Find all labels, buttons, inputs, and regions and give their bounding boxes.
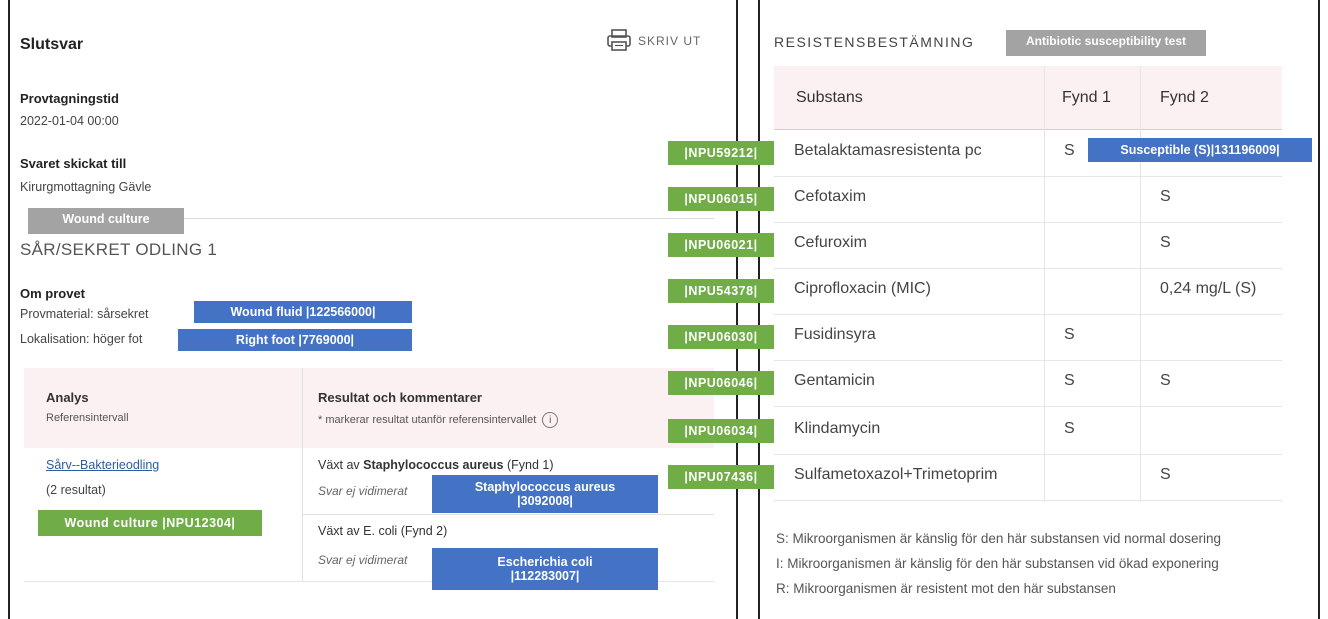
finding-2-suffix: (Fynd 2) [400,524,448,538]
npu-code-tag: |NPU06021| [668,233,774,257]
result-column-note: * markerar resultat utanför referensinte… [318,412,559,428]
column-divider [302,368,303,582]
wound-fluid-tag: Wound fluid |122566000| [194,301,412,323]
analysis-table-header [24,368,714,448]
row-separator [774,406,1282,407]
finding-1-cell: S [1064,420,1075,437]
finding-1-text: Växt av Staphylococcus aureus (Fynd 1) [318,458,554,472]
legend-r: R: Mikroorganismen är resistent mot den … [776,581,1116,596]
row-divider [302,514,714,515]
finding-1-organism: Staphylococcus aureus [363,458,504,472]
material-label: Provmaterial: sårsekret [20,307,149,321]
wound-culture-tag: Wound culture [28,208,184,234]
substance-cell: Sulfametoxazol+Trimetoprim [794,466,998,483]
result-column-header: Resultat och kommentarer [318,390,482,405]
printer-icon [606,28,632,55]
result-note-text: * markerar resultat utanför referensinte… [318,413,537,426]
legend-i: I: Mikroorganismen är känslig för den hä… [776,556,1219,571]
susceptibility-title: RESISTENSBESTÄMNING [774,34,975,50]
sent-to-label: Svaret skickat till [20,156,127,171]
finding-1-prefix: Växt av [318,458,360,472]
npu-code-tag: |NPU06015| [668,187,774,211]
substance-cell: Ciprofloxacin (MIC) [794,280,931,297]
substance-cell: Gentamicin [794,372,875,389]
sampling-time-value: 2022-01-04 00:00 [20,114,119,128]
analysis-link[interactable]: Sårv--Bakterieodling [46,458,159,472]
column-divider [1140,66,1141,502]
staph-aureus-tag-line1: Staphylococcus aureus [474,479,616,494]
info-icon[interactable]: i [542,412,559,428]
finding-2-text: Växt av E. coli (Fynd 2) [318,524,447,538]
legend-s: S: Mikroorganismen är känslig för den hä… [776,531,1221,546]
finding-2-cell: S [1160,188,1171,205]
staph-aureus-tag-line2: |3092008| [517,494,573,508]
panel-title: Slutsvar [20,36,84,53]
location-label: Lokalisation: höger fot [20,332,143,346]
npu-code-tag: |NPU59212| [668,141,774,165]
substance-cell: Fusidinsyra [794,326,876,343]
culture-title: SÅR/SEKRET ODLING 1 [20,240,218,259]
finding-2-cell: S [1160,372,1171,389]
column-divider [1044,66,1045,502]
npu-code-tag: |NPU06030| [668,325,774,349]
finding-1-suffix: (Fynd 1) [506,458,554,472]
susceptible-tag: Susceptible (S)|131196009| [1088,138,1312,162]
substance-cell: Klindamycin [794,420,881,437]
finding-1-cell: S [1064,142,1075,159]
finding-2-status: Svar ej vidimerat [318,553,408,567]
reference-interval-header: Referensintervall [46,412,129,424]
finding-2-cell: S [1160,234,1171,251]
finding-2-cell: 0,24 mg/L (S) [1160,280,1257,297]
finding-1-cell: S [1064,372,1075,389]
analysis-column-header: Analys [46,390,89,405]
finding-2-prefix: Växt av E. coli [318,524,398,538]
e-coli-tag: Escherichia coli |112283007| [432,548,658,590]
finding-1-cell: S [1064,326,1075,343]
analysis-count: (2 resultat) [46,483,106,497]
row-separator [774,314,1282,315]
row-separator [774,360,1282,361]
about-sample-label: Om provet [20,286,86,301]
row-separator [774,176,1282,177]
e-coli-tag-line2: |112283007| [510,569,580,583]
row-separator [774,500,1282,501]
npu-code-tag: |NPU06034| [668,419,774,443]
finding-2-cell: S [1160,466,1171,483]
row-separator [774,454,1282,455]
sent-to-value: Kirurgmottagning Gävle [20,180,152,194]
row-separator [774,268,1282,269]
sampling-time-label: Provtagningstid [20,91,119,106]
wound-culture-code-tag: Wound culture |NPU12304| [38,510,262,536]
npu-code-tag: |NPU06046| [668,371,774,395]
print-button[interactable]: SKRIV UT [606,28,701,54]
section-divider [184,218,714,219]
finding-1-status: Svar ej vidimerat [318,484,408,498]
right-foot-tag: Right foot |7769000| [178,329,412,351]
finding-2-header: Fynd 2 [1160,89,1209,106]
npu-code-tag: |NPU07436| [668,465,774,489]
substance-header: Substans [796,89,863,106]
substance-cell: Cefuroxim [794,234,867,251]
print-label: SKRIV UT [638,34,702,48]
substance-cell: Betalaktamasresistenta pc [794,142,982,159]
npu-code-tag: |NPU54378| [668,279,774,303]
staph-aureus-tag: Staphylococcus aureus |3092008| [432,475,658,513]
ast-tag: Antibiotic susceptibility test [1006,30,1206,56]
e-coli-tag-line1: Escherichia coli [497,554,593,569]
finding-1-header: Fynd 1 [1062,89,1111,106]
substance-cell: Cefotaxim [794,188,867,205]
row-separator [774,222,1282,223]
